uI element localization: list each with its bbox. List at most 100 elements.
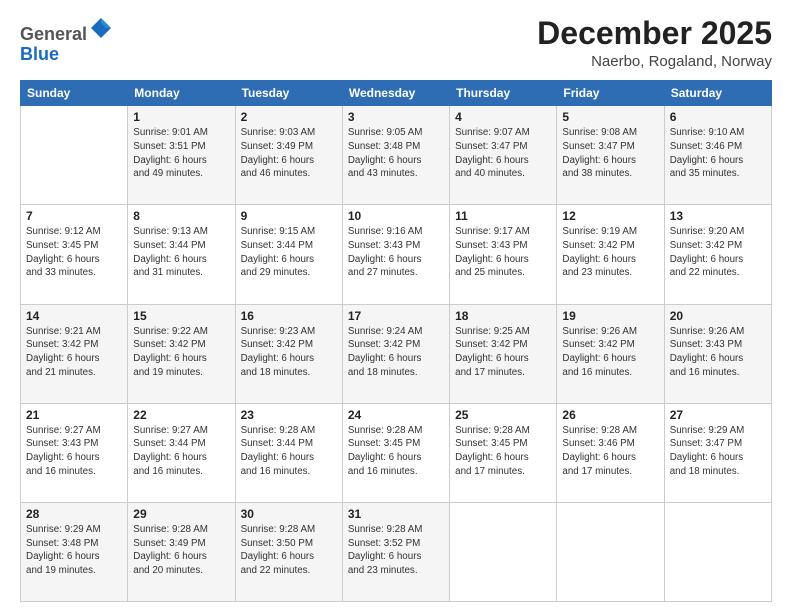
calendar-cell: 7 Sunrise: 9:12 AMSunset: 3:45 PMDaylight… — [21, 205, 128, 304]
day-number: 16 — [241, 309, 337, 323]
calendar-cell: 12Sunrise: 9:19 AMSunset: 3:42 PMDayligh… — [557, 205, 664, 304]
day-info: Sunrise: 9:22 AMSunset: 3:42 PMDaylight:… — [133, 325, 229, 380]
day-info: Sunrise: 9:13 AMSunset: 3:44 PMDaylight:… — [133, 225, 229, 280]
day-info: Sunrise: 9:28 AMSunset: 3:49 PMDaylight:… — [133, 523, 229, 578]
day-info: Sunrise: 9:28 AMSunset: 3:52 PMDaylight:… — [348, 523, 444, 578]
calendar-table: SundayMondayTuesdayWednesdayThursdayFrid… — [20, 80, 772, 602]
day-info: Sunrise: 9:12 AMSunset: 3:45 PMDaylight:… — [26, 225, 122, 280]
calendar-cell: 30 Sunrise: 9:28 AMSunset: 3:50 PMDayligh… — [235, 502, 342, 601]
calendar-week-row: 1 Sunrise: 9:01 AMSunset: 3:51 PMDaylight… — [21, 106, 772, 205]
day-number: 18 — [455, 309, 551, 323]
weekday-header: Sunday — [21, 81, 128, 106]
calendar-cell: 20 Sunrise: 9:26 AMSunset: 3:43 PMDayligh… — [664, 304, 771, 403]
day-number: 9 — [241, 209, 337, 223]
day-info: Sunrise: 9:01 AMSunset: 3:51 PMDaylight:… — [133, 126, 229, 181]
calendar-cell: 6Sunrise: 9:10 AMSunset: 3:46 PMDaylight… — [664, 106, 771, 205]
day-info: Sunrise: 9:28 AMSunset: 3:50 PMDaylight:… — [241, 523, 337, 578]
day-number: 29 — [133, 507, 229, 521]
calendar-cell: 3Sunrise: 9:05 AMSunset: 3:48 PMDaylight… — [342, 106, 449, 205]
day-info: Sunrise: 9:29 AMSunset: 3:48 PMDaylight:… — [26, 523, 122, 578]
day-info: Sunrise: 9:28 AMSunset: 3:45 PMDaylight:… — [348, 424, 444, 479]
calendar-cell: 16 Sunrise: 9:23 AMSunset: 3:42 PMDayligh… — [235, 304, 342, 403]
calendar-cell: 21Sunrise: 9:27 AMSunset: 3:43 PMDayligh… — [21, 403, 128, 502]
day-number: 21 — [26, 408, 122, 422]
header: General Blue December 2025 Naerbo, Rogal… — [20, 16, 772, 70]
day-info: Sunrise: 9:28 AMSunset: 3:44 PMDaylight:… — [241, 424, 337, 479]
weekday-row: SundayMondayTuesdayWednesdayThursdayFrid… — [21, 81, 772, 106]
day-info: Sunrise: 9:08 AMSunset: 3:47 PMDaylight:… — [562, 126, 658, 181]
month-title: December 2025 — [537, 16, 772, 51]
calendar-cell: 9 Sunrise: 9:15 AMSunset: 3:44 PMDaylight… — [235, 205, 342, 304]
day-number: 17 — [348, 309, 444, 323]
calendar-cell — [21, 106, 128, 205]
calendar-cell: 4 Sunrise: 9:07 AMSunset: 3:47 PMDaylight… — [450, 106, 557, 205]
calendar-week-row: 7 Sunrise: 9:12 AMSunset: 3:45 PMDaylight… — [21, 205, 772, 304]
day-number: 14 — [26, 309, 122, 323]
day-number: 30 — [241, 507, 337, 521]
weekday-header: Friday — [557, 81, 664, 106]
calendar-cell: 25 Sunrise: 9:28 AMSunset: 3:45 PMDayligh… — [450, 403, 557, 502]
day-number: 28 — [26, 507, 122, 521]
calendar-cell: 31Sunrise: 9:28 AMSunset: 3:52 PMDayligh… — [342, 502, 449, 601]
calendar-week-row: 21Sunrise: 9:27 AMSunset: 3:43 PMDayligh… — [21, 403, 772, 502]
logo: General Blue — [20, 16, 113, 65]
calendar-cell: 10Sunrise: 9:16 AMSunset: 3:43 PMDayligh… — [342, 205, 449, 304]
day-info: Sunrise: 9:17 AMSunset: 3:43 PMDaylight:… — [455, 225, 551, 280]
day-info: Sunrise: 9:27 AMSunset: 3:44 PMDaylight:… — [133, 424, 229, 479]
weekday-header: Wednesday — [342, 81, 449, 106]
calendar-cell: 1 Sunrise: 9:01 AMSunset: 3:51 PMDaylight… — [128, 106, 235, 205]
day-number: 1 — [133, 110, 229, 124]
calendar-body: 1 Sunrise: 9:01 AMSunset: 3:51 PMDaylight… — [21, 106, 772, 602]
day-number: 20 — [670, 309, 766, 323]
calendar-week-row: 14 Sunrise: 9:21 AMSunset: 3:42 PMDayligh… — [21, 304, 772, 403]
calendar-cell: 22 Sunrise: 9:27 AMSunset: 3:44 PMDayligh… — [128, 403, 235, 502]
calendar-cell: 28 Sunrise: 9:29 AMSunset: 3:48 PMDayligh… — [21, 502, 128, 601]
day-info: Sunrise: 9:07 AMSunset: 3:47 PMDaylight:… — [455, 126, 551, 181]
day-number: 2 — [241, 110, 337, 124]
day-number: 7 — [26, 209, 122, 223]
day-info: Sunrise: 9:19 AMSunset: 3:42 PMDaylight:… — [562, 225, 658, 280]
day-info: Sunrise: 9:28 AMSunset: 3:46 PMDaylight:… — [562, 424, 658, 479]
calendar-cell: 18 Sunrise: 9:25 AMSunset: 3:42 PMDayligh… — [450, 304, 557, 403]
day-info: Sunrise: 9:20 AMSunset: 3:42 PMDaylight:… — [670, 225, 766, 280]
day-number: 19 — [562, 309, 658, 323]
logo-general: General — [20, 24, 87, 44]
calendar-cell — [664, 502, 771, 601]
day-info: Sunrise: 9:26 AMSunset: 3:43 PMDaylight:… — [670, 325, 766, 380]
calendar-cell: 8Sunrise: 9:13 AMSunset: 3:44 PMDaylight… — [128, 205, 235, 304]
day-number: 4 — [455, 110, 551, 124]
calendar-cell: 2 Sunrise: 9:03 AMSunset: 3:49 PMDaylight… — [235, 106, 342, 205]
day-number: 26 — [562, 408, 658, 422]
day-number: 22 — [133, 408, 229, 422]
day-number: 25 — [455, 408, 551, 422]
day-info: Sunrise: 9:26 AMSunset: 3:42 PMDaylight:… — [562, 325, 658, 380]
logo-blue: Blue — [20, 44, 59, 64]
day-number: 6 — [670, 110, 766, 124]
page: General Blue December 2025 Naerbo, Rogal… — [0, 0, 792, 612]
day-number: 24 — [348, 408, 444, 422]
day-info: Sunrise: 9:23 AMSunset: 3:42 PMDaylight:… — [241, 325, 337, 380]
calendar-cell: 26 Sunrise: 9:28 AMSunset: 3:46 PMDayligh… — [557, 403, 664, 502]
day-number: 27 — [670, 408, 766, 422]
day-number: 3 — [348, 110, 444, 124]
day-info: Sunrise: 9:29 AMSunset: 3:47 PMDaylight:… — [670, 424, 766, 479]
day-info: Sunrise: 9:25 AMSunset: 3:42 PMDaylight:… — [455, 325, 551, 380]
logo-icon — [89, 16, 113, 40]
day-number: 15 — [133, 309, 229, 323]
day-info: Sunrise: 9:24 AMSunset: 3:42 PMDaylight:… — [348, 325, 444, 380]
day-number: 11 — [455, 209, 551, 223]
day-info: Sunrise: 9:21 AMSunset: 3:42 PMDaylight:… — [26, 325, 122, 380]
day-info: Sunrise: 9:03 AMSunset: 3:49 PMDaylight:… — [241, 126, 337, 181]
day-number: 23 — [241, 408, 337, 422]
title-block: December 2025 Naerbo, Rogaland, Norway — [537, 16, 772, 70]
weekday-header: Monday — [128, 81, 235, 106]
calendar-cell: 5Sunrise: 9:08 AMSunset: 3:47 PMDaylight… — [557, 106, 664, 205]
calendar-cell: 17 Sunrise: 9:24 AMSunset: 3:42 PMDayligh… — [342, 304, 449, 403]
calendar-cell: 24 Sunrise: 9:28 AMSunset: 3:45 PMDayligh… — [342, 403, 449, 502]
day-info: Sunrise: 9:28 AMSunset: 3:45 PMDaylight:… — [455, 424, 551, 479]
calendar-cell: 29 Sunrise: 9:28 AMSunset: 3:49 PMDayligh… — [128, 502, 235, 601]
calendar-cell: 11 Sunrise: 9:17 AMSunset: 3:43 PMDayligh… — [450, 205, 557, 304]
day-info: Sunrise: 9:15 AMSunset: 3:44 PMDaylight:… — [241, 225, 337, 280]
weekday-header: Tuesday — [235, 81, 342, 106]
calendar-cell: 23 Sunrise: 9:28 AMSunset: 3:44 PMDayligh… — [235, 403, 342, 502]
